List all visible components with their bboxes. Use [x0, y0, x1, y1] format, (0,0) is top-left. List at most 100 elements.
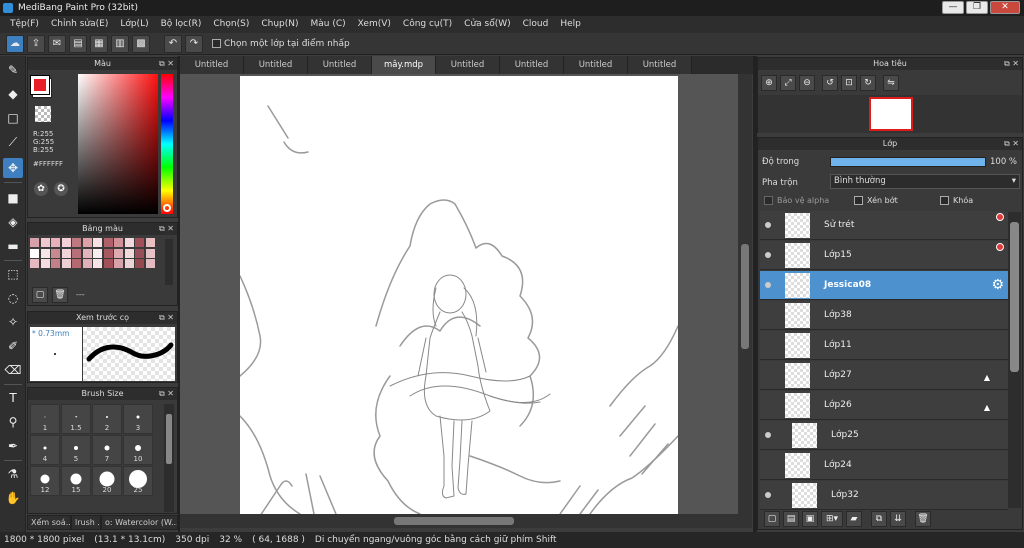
panel-close-icon[interactable]: ⧉ ✕	[159, 388, 174, 400]
layer-row[interactable]: Sử trét	[760, 211, 1008, 240]
navigator-thumbnail[interactable]	[869, 97, 913, 131]
select-eraser-tool-icon[interactable]: ⌫	[3, 360, 23, 380]
layer-row[interactable]: Lớp25	[760, 421, 1008, 450]
grid-icon[interactable]: ▩	[132, 34, 150, 53]
rotate-left-icon[interactable]: ↺	[822, 75, 838, 91]
select-layer-on-click-checkbox[interactable]: Chọn một lớp tại điểm nhấp	[212, 39, 350, 49]
text-tool-icon[interactable]: T	[3, 388, 23, 408]
menu-color[interactable]: Màu (C)	[305, 16, 352, 33]
new-8bit-layer-icon[interactable]: ▣	[802, 511, 818, 527]
palette-scrollbar[interactable]	[165, 239, 173, 285]
brush-size-option[interactable]: 3	[123, 404, 153, 434]
menu-window[interactable]: Cửa sổ(W)	[458, 16, 516, 33]
color-picker-icon[interactable]: ✪	[54, 182, 68, 196]
brush-size-option[interactable]: 25	[123, 466, 153, 496]
lock-checkbox[interactable]: Khóa	[940, 196, 973, 205]
panel-close-icon[interactable]: ⧉ ✕	[1004, 138, 1019, 150]
palette-swatch[interactable]	[124, 238, 134, 247]
panel-close-icon[interactable]: ⧉ ✕	[159, 58, 174, 70]
doc-tab-2[interactable]: Untitled	[244, 56, 308, 74]
palette-swatch[interactable]	[30, 259, 39, 268]
layer-row[interactable]: Lớp15	[760, 241, 1008, 270]
doc-tab-5[interactable]: Untitled	[436, 56, 500, 74]
palette-swatch[interactable]	[61, 259, 71, 268]
hue-handle[interactable]	[163, 204, 171, 212]
canvas-vertical-scrollbar[interactable]	[738, 74, 752, 514]
menu-select[interactable]: Chọn(S)	[207, 16, 255, 33]
doc-tab-1[interactable]: Untitled	[180, 56, 244, 74]
brush-size-option[interactable]: 15	[61, 466, 91, 496]
divide-tool-icon[interactable]: ⚲	[3, 412, 23, 432]
rotate-right-icon[interactable]: ↻	[860, 75, 876, 91]
palette-swatch[interactable]	[145, 259, 155, 268]
palette-swatch[interactable]	[30, 238, 39, 247]
flip-icon[interactable]: ⇋	[883, 75, 899, 91]
brush-size-option[interactable]: 12	[30, 466, 60, 496]
comment-icon[interactable]: ✉	[48, 34, 66, 53]
palette-swatch[interactable]	[135, 238, 144, 247]
doc-tab-8[interactable]: Untitled	[628, 56, 692, 74]
new-halftone-layer-icon[interactable]: ▤	[783, 511, 799, 527]
undo-icon[interactable]: ↶	[164, 34, 182, 53]
color-wheel-icon[interactable]: ✿	[34, 182, 48, 196]
panel-close-icon[interactable]: ⧉ ✕	[1004, 58, 1019, 70]
new-layer-icon[interactable]: ▢	[764, 511, 780, 527]
zoom-in-icon[interactable]: ⊕	[761, 75, 777, 91]
page-icon[interactable]: ▦	[90, 34, 108, 53]
brush-size-option[interactable]: 20	[92, 466, 122, 496]
visibility-eye-icon[interactable]	[765, 492, 771, 498]
upload-icon[interactable]: ⇪	[27, 34, 45, 53]
doc-tab-3[interactable]: Untitled	[308, 56, 372, 74]
brush-size-scrollbar[interactable]	[164, 404, 174, 512]
menu-layer[interactable]: Lớp(L)	[114, 16, 154, 33]
fill-shape-tool-icon[interactable]: ■	[3, 188, 23, 208]
doc-tab-6[interactable]: Untitled	[500, 56, 564, 74]
menu-file[interactable]: Tệp(F)	[4, 16, 45, 33]
palette-swatch[interactable]	[82, 248, 92, 258]
palette-swatch[interactable]	[93, 259, 102, 268]
saturation-value-picker[interactable]	[78, 74, 158, 214]
select-tool-icon[interactable]: ⬚	[3, 264, 23, 284]
palette-swatch[interactable]	[114, 259, 123, 268]
brush-size-option[interactable]: 7	[92, 435, 122, 465]
eyedropper-tool-icon[interactable]: ✒	[3, 436, 23, 456]
brush-size-option[interactable]: 1	[30, 404, 60, 434]
palette-swatch[interactable]	[124, 248, 134, 258]
magic-wand-tool-icon[interactable]: ✧	[3, 312, 23, 332]
panel-close-icon[interactable]: ⧉ ✕	[159, 312, 174, 324]
canvas-horizontal-scrollbar[interactable]	[180, 514, 752, 528]
folder-icon[interactable]: ▰	[846, 511, 862, 527]
palette-swatch[interactable]	[82, 238, 92, 247]
palette-swatch[interactable]	[114, 238, 123, 247]
palette-swatch[interactable]	[135, 259, 144, 268]
palette-swatch[interactable]	[103, 259, 113, 268]
dropper-tool-icon[interactable]: ⚗	[3, 464, 23, 484]
palette-swatch[interactable]	[72, 259, 81, 268]
layer-row[interactable]: Lớp32	[760, 481, 1008, 510]
brush-tool-icon[interactable]: ✎	[3, 60, 23, 80]
menu-tools[interactable]: Công cụ(T)	[397, 16, 458, 33]
doc-tab-7[interactable]: Untitled	[564, 56, 628, 74]
comic-page-icon[interactable]: ▥	[111, 34, 129, 53]
doc-tab-active[interactable]: mây.mdp	[372, 56, 436, 74]
palette-swatch[interactable]	[82, 259, 92, 268]
bucket-tool-icon[interactable]: ◈	[3, 212, 23, 232]
menu-edit[interactable]: Chỉnh sửa(E)	[45, 16, 114, 33]
add-layer-menu-icon[interactable]: ⊞▾	[821, 511, 843, 527]
canvas-area[interactable]	[180, 74, 738, 514]
brush-size-option[interactable]: 5	[61, 435, 91, 465]
brush-size-option[interactable]: 4	[30, 435, 60, 465]
primary-color-swatch[interactable]	[31, 76, 49, 94]
clipping-checkbox[interactable]: Xén bớt	[854, 196, 898, 205]
hue-slider[interactable]	[161, 74, 173, 214]
eraser-tool-icon[interactable]: ◆	[3, 84, 23, 104]
palette-swatch[interactable]	[135, 248, 144, 258]
maximize-button[interactable]: ❐	[966, 1, 988, 14]
gradient-tool-icon[interactable]: ▬	[3, 236, 23, 256]
visibility-eye-icon[interactable]	[765, 282, 771, 288]
bottom-tab-2[interactable]: lrush ...	[71, 515, 101, 530]
palette-swatch[interactable]	[93, 238, 102, 247]
visibility-eye-icon[interactable]	[765, 222, 771, 228]
lasso-tool-icon[interactable]: ◌	[3, 288, 23, 308]
palette-swatch[interactable]	[40, 238, 50, 247]
